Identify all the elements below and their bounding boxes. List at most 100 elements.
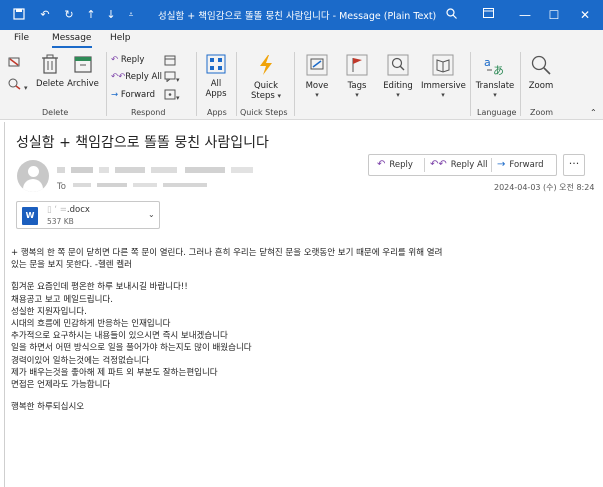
message-date: 2024-04-03 (수) 오전 8:24 xyxy=(494,183,595,192)
delete-label: Delete xyxy=(36,79,64,89)
zoom-button[interactable]: Zoom xyxy=(524,54,558,91)
body-line: 성실한 지원자입니다. xyxy=(11,306,87,317)
divider xyxy=(520,52,521,116)
delete-group-label: Delete xyxy=(42,108,69,117)
to-label: To xyxy=(57,182,66,192)
recipient-redacted xyxy=(72,183,207,187)
sender-redacted xyxy=(57,167,253,173)
translate-label: Translate xyxy=(475,81,515,91)
menu-message[interactable]: Message xyxy=(52,33,91,43)
window-title: 성실함 + 책임감으로 똘똘 뭉친 사람입니다 - Message (Plain… xyxy=(158,11,437,22)
move-icon xyxy=(300,54,334,79)
ribbon-display-icon[interactable] xyxy=(481,8,495,22)
translate-icon: aあ xyxy=(474,54,516,79)
word-document-icon: W xyxy=(22,207,38,225)
svg-text:あ: あ xyxy=(493,64,504,76)
divider xyxy=(294,52,295,116)
ribbon: ▾ Delete Archive Delete ↶ Reply ↶↶Reply … xyxy=(0,48,603,120)
respond-group-label: Respond xyxy=(131,108,166,117)
reply-button[interactable]: ↶ Reply xyxy=(111,55,144,65)
title-bar: ↶ ↻ ↑ ↓ ⩡ 성실함 + 책임감으로 똘똘 뭉친 사람입니다 - Mess… xyxy=(0,0,603,30)
archive-icon xyxy=(66,54,100,77)
body-line: 면접은 언제라도 가능합니다 xyxy=(11,380,111,391)
body-line: 채용공고 보고 메일드립니다. xyxy=(11,294,113,305)
body-line: 시대의 흐름에 민감하게 반응하는 인재입니다 xyxy=(11,319,171,330)
translate-button[interactable]: aあ Translate ▾ xyxy=(474,54,516,99)
body-line: 힘겨운 요즘인데 평온한 하루 보내시길 바랍니다!! xyxy=(11,282,188,293)
divider xyxy=(106,52,107,116)
down-arrow-icon[interactable]: ↓ xyxy=(104,8,118,22)
apps-grid-icon xyxy=(200,54,232,77)
im-icon[interactable]: ▾ xyxy=(164,71,180,85)
trash-icon xyxy=(36,54,64,77)
up-arrow-icon[interactable]: ↑ xyxy=(84,8,98,22)
menu-help[interactable]: Help xyxy=(110,33,131,43)
undo-icon[interactable]: ↶ xyxy=(38,8,52,22)
collapse-ribbon-icon[interactable]: ⌃ xyxy=(590,108,597,117)
quick-steps-group-label: Quick Steps xyxy=(240,108,288,117)
quick-steps-label: Quick Steps xyxy=(250,81,279,101)
redo-icon[interactable]: ↻ xyxy=(62,8,76,22)
close-button[interactable]: ✕ xyxy=(576,6,594,24)
recipient-line: To xyxy=(57,181,223,192)
save-icon[interactable] xyxy=(12,8,26,22)
immersive-button[interactable]: Immersive ▾ xyxy=(421,54,466,99)
avatar[interactable] xyxy=(17,160,49,192)
quick-steps-button[interactable]: Quick Steps ▾ xyxy=(244,54,288,101)
customize-toolbar-icon[interactable]: ⩡ xyxy=(124,8,138,22)
zoom-label: Zoom xyxy=(528,81,554,91)
tags-button[interactable]: Tags ▾ xyxy=(340,54,374,99)
body-line: + 행복의 한 쪽 문이 닫히면 다른 쪽 문이 열린다. 그러나 흔히 우리는… xyxy=(11,248,443,258)
meeting-icon[interactable] xyxy=(164,54,176,69)
reply-all-icon: ↶↶ xyxy=(111,72,126,82)
zoom-icon xyxy=(524,54,558,79)
cleanup-icon[interactable]: ▾ xyxy=(8,78,28,93)
lightning-icon xyxy=(244,54,288,79)
more-respond-icon[interactable]: ▾ xyxy=(164,89,180,103)
delete-button[interactable]: Delete xyxy=(36,54,64,89)
reply-icon: ↶ xyxy=(111,55,119,65)
sender-name[interactable] xyxy=(57,165,257,178)
minimize-button[interactable]: — xyxy=(516,6,534,24)
message-actions: ↶ Reply ↶↶ Reply All → Forward xyxy=(368,154,557,176)
all-apps-button[interactable]: All Apps xyxy=(200,54,232,99)
maximize-button[interactable]: ☐ xyxy=(545,6,563,24)
ignore-icon[interactable] xyxy=(8,56,22,71)
attachment-name: ▯ ‘ =.docx xyxy=(47,205,90,215)
message-body: + 행복의 한 쪽 문이 닫히면 다른 쪽 문이 열린다. 그러나 흔히 우리는… xyxy=(11,247,596,413)
svg-text:a: a xyxy=(484,56,491,69)
archive-label: Archive xyxy=(67,79,99,89)
menu-bar: File Message Help xyxy=(0,30,603,48)
body-line: 제가 배우는것을 좋아해 제 파트 외 부분도 잘하는편입니다 xyxy=(11,367,218,378)
body-line: 추가적으로 요구하시는 내용들이 있으시면 즉시 보내겠습니다 xyxy=(11,331,228,342)
message-subject: 성실함 + 책임감으로 똘똘 뭉친 사람입니다 xyxy=(16,135,269,151)
tags-label: Tags xyxy=(347,81,367,91)
reply-all-icon: ↶↶ xyxy=(430,159,447,170)
immersive-reader-icon xyxy=(421,54,465,79)
forward-icon: → xyxy=(497,159,506,170)
archive-button[interactable]: Archive xyxy=(66,54,100,89)
all-apps-label: All Apps xyxy=(205,79,227,99)
chevron-down-icon[interactable]: ⌄ xyxy=(148,210,155,219)
menu-file[interactable]: File xyxy=(14,33,29,43)
immersive-label: Immersive xyxy=(421,81,466,91)
forward-button[interactable]: → Forward xyxy=(111,90,155,100)
more-actions-button[interactable]: ··· xyxy=(563,154,585,176)
apps-group-label: Apps xyxy=(207,108,227,117)
forward-action-button[interactable]: → Forward xyxy=(497,155,544,175)
forward-icon: → xyxy=(111,90,119,100)
divider xyxy=(470,52,471,116)
reply-action-button[interactable]: ↶ Reply xyxy=(377,155,413,175)
body-line xyxy=(11,391,596,401)
reply-all-button[interactable]: ↶↶Reply All xyxy=(111,72,162,82)
reply-all-action-button[interactable]: ↶↶ Reply All xyxy=(430,155,488,175)
editing-label: Editing xyxy=(383,81,413,91)
attachment-card[interactable]: W ▯ ‘ =.docx 537 KB ⌄ xyxy=(16,201,160,229)
search-icon[interactable] xyxy=(444,8,458,22)
attachment-size: 537 KB xyxy=(47,217,74,226)
editing-button[interactable]: Editing ▾ xyxy=(378,54,418,99)
body-line xyxy=(11,271,596,281)
move-button[interactable]: Move ▾ xyxy=(300,54,334,99)
reply-icon: ↶ xyxy=(377,159,386,170)
flag-icon xyxy=(340,54,374,79)
